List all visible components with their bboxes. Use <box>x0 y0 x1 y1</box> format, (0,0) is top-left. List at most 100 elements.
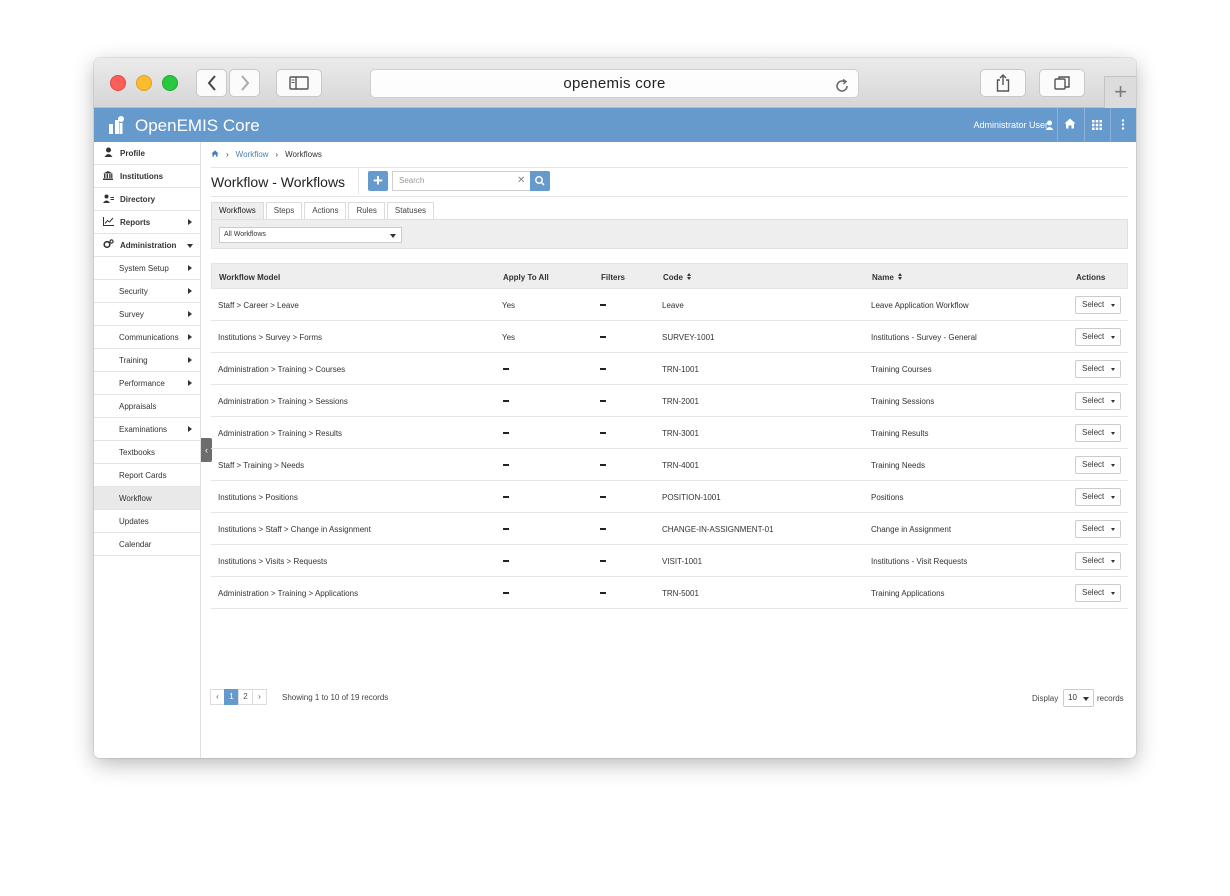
chevron-right-icon <box>188 380 192 386</box>
tab-steps[interactable]: Steps <box>265 202 303 219</box>
tab-rules[interactable]: Rules <box>348 202 385 219</box>
sidebar-toggle-button[interactable] <box>276 69 322 97</box>
openemis-logo-icon <box>109 116 124 134</box>
chevron-right-icon <box>188 288 192 294</box>
cell-workflow-model: Institutions > Survey > Forms <box>218 333 323 342</box>
page-size-select[interactable]: 10 <box>1063 689 1094 707</box>
sidebar-item-security[interactable]: Security <box>94 280 200 303</box>
close-window-button[interactable] <box>110 75 126 91</box>
divider <box>211 196 1128 197</box>
home-icon[interactable] <box>1064 118 1076 132</box>
breadcrumb-workflow-link[interactable]: Workflow <box>236 150 269 159</box>
search-input[interactable]: Search <box>392 171 530 191</box>
select-label: Select <box>1082 460 1105 469</box>
sidebar-item-training[interactable]: Training <box>94 349 200 372</box>
sidebar-item-system-setup[interactable]: System Setup <box>94 257 200 280</box>
cell-code: CHANGE-IN-ASSIGNMENT-01 <box>662 525 774 534</box>
page-1-button[interactable]: 1 <box>224 689 239 705</box>
new-tab-button[interactable]: + <box>1104 76 1136 108</box>
tab-actions[interactable]: Actions <box>304 202 347 219</box>
row-select-button[interactable]: Select <box>1075 488 1121 506</box>
cell-apply-to-all-empty <box>503 528 509 530</box>
chevron-down-icon <box>1111 432 1115 435</box>
row-select-button[interactable]: Select <box>1075 328 1121 346</box>
browser-toolbar: openemis core + <box>94 58 1136 108</box>
user-name[interactable]: Administrator User <box>973 120 1048 130</box>
sidebar-item-survey[interactable]: Survey <box>94 303 200 326</box>
tabs-overview-button[interactable] <box>1039 69 1085 97</box>
minimize-window-button[interactable] <box>136 75 152 91</box>
cell-apply-to-all-empty <box>503 560 509 562</box>
cell-apply-to-all: Yes <box>502 333 516 342</box>
sidebar-item-updates[interactable]: Updates <box>94 510 200 533</box>
sidebar-item-workflow[interactable]: Workflow <box>94 487 200 510</box>
sidebar-item-label: System Setup <box>119 263 169 273</box>
sidebar-item-textbooks[interactable]: Textbooks <box>94 441 200 464</box>
chevron-right-icon <box>240 75 249 91</box>
user-icon[interactable] <box>1045 119 1054 133</box>
cell-filters-empty <box>600 336 606 338</box>
tab-statuses[interactable]: Statuses <box>386 202 435 219</box>
sidebar-item-institutions[interactable]: Institutions <box>94 165 200 188</box>
column-header-name[interactable]: Name <box>872 272 903 282</box>
row-select-button[interactable]: Select <box>1075 552 1121 570</box>
sidebar-item-label: Profile <box>120 148 145 158</box>
row-select-button[interactable]: Select <box>1075 392 1121 410</box>
back-button[interactable] <box>196 69 227 97</box>
cell-workflow-model: Staff > Career > Leave <box>218 301 299 310</box>
row-select-button[interactable]: Select <box>1075 296 1121 314</box>
next-page-button[interactable]: › <box>252 689 267 705</box>
chevron-down-icon <box>1111 336 1115 339</box>
row-select-button[interactable]: Select <box>1075 520 1121 538</box>
sidebar-item-label: Institutions <box>120 171 164 181</box>
sidebar-item-label: Workflow <box>119 493 152 503</box>
sort-icon <box>897 272 903 281</box>
reload-icon[interactable] <box>834 76 850 104</box>
more-vertical-icon[interactable] <box>1121 119 1125 133</box>
sidebar-item-directory[interactable]: Directory <box>94 188 200 211</box>
prev-page-button[interactable]: ‹ <box>210 689 225 705</box>
sidebar-item-administration[interactable]: Administration <box>94 234 200 257</box>
sidebar-item-examinations[interactable]: Examinations <box>94 418 200 441</box>
sidebar-item-performance[interactable]: Performance <box>94 372 200 395</box>
row-select-button[interactable]: Select <box>1075 584 1121 602</box>
share-button[interactable] <box>980 69 1026 97</box>
cell-code: TRN-4001 <box>662 461 699 470</box>
sidebar-item-profile[interactable]: Profile <box>94 142 200 165</box>
sidebar-item-communications[interactable]: Communications <box>94 326 200 349</box>
sidebar-item-appraisals[interactable]: Appraisals <box>94 395 200 418</box>
column-header-label: Name <box>872 273 894 282</box>
workflow-filter-select[interactable]: All Workflows <box>219 227 402 243</box>
table-row: Institutions > Survey > Forms Yes SURVEY-1… <box>211 321 1128 353</box>
header-divider <box>1084 108 1085 142</box>
table-row: Staff > Training > Needs TRN-4001 Training… <box>211 449 1128 481</box>
sort-icon <box>687 272 692 281</box>
select-label: Select <box>1082 588 1105 597</box>
select-label: Select <box>1082 428 1105 437</box>
sidebar-item-reports[interactable]: Reports <box>94 211 200 234</box>
add-button[interactable]: + <box>368 171 388 191</box>
sidebar-item-label: Communications <box>119 332 179 342</box>
row-select-button[interactable]: Select <box>1075 360 1121 378</box>
sidebar-item-report-cards[interactable]: Report Cards <box>94 464 200 487</box>
apps-grid-icon[interactable] <box>1092 119 1102 133</box>
tab-workflows[interactable]: Workflows <box>211 202 264 219</box>
home-icon[interactable] <box>211 150 219 159</box>
select-label: Select <box>1082 396 1105 405</box>
filter-bar: All Workflows <box>211 219 1128 249</box>
column-header-code[interactable]: Code <box>663 272 692 282</box>
header-divider <box>1057 108 1058 142</box>
search-button[interactable] <box>530 171 550 191</box>
cell-name: Leave Application Workflow <box>871 301 969 310</box>
sidebar-item-calendar[interactable]: Calendar <box>94 533 200 556</box>
page-2-button[interactable]: 2 <box>238 689 253 705</box>
sidebar-item-label: Performance <box>119 378 165 388</box>
address-bar[interactable]: openemis core <box>370 69 859 98</box>
zoom-window-button[interactable] <box>162 75 178 91</box>
forward-button[interactable] <box>229 69 260 97</box>
clear-search-icon[interactable]: ✕ <box>517 175 525 186</box>
chevron-down-icon <box>1111 464 1115 467</box>
cell-workflow-model: Institutions > Positions <box>218 493 298 502</box>
row-select-button[interactable]: Select <box>1075 424 1121 442</box>
row-select-button[interactable]: Select <box>1075 456 1121 474</box>
